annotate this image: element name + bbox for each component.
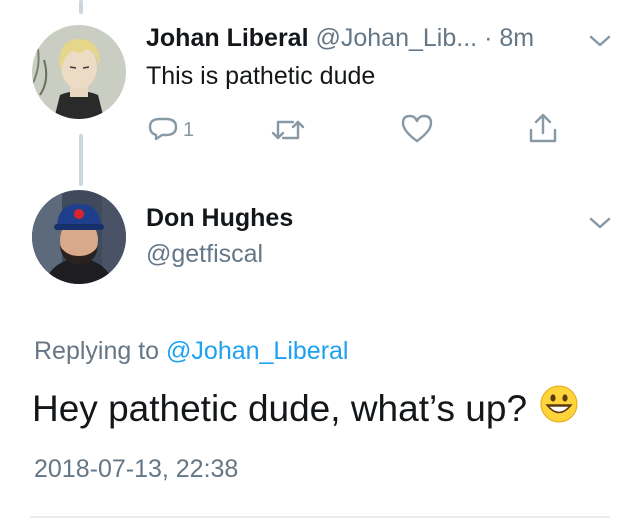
replying-mention-link[interactable]: @Johan_Liberal <box>166 337 348 365</box>
focus-avatar[interactable] <box>32 190 126 284</box>
reply-count: 1 <box>183 118 195 141</box>
parent-avatar[interactable] <box>32 25 126 119</box>
retweet-icon <box>271 120 305 140</box>
parent-tweet-text: This is pathetic dude <box>146 62 376 90</box>
focus-chevron-down-icon[interactable] <box>588 216 612 230</box>
man-in-cap-avatar-icon <box>32 190 126 284</box>
thread-line-top <box>79 0 83 14</box>
replying-to-line: Replying to @Johan_Liberal <box>34 337 348 366</box>
parent-time-ago[interactable]: 8m <box>499 24 534 52</box>
focus-tweet-text: Hey pathetic dude, what’s up? <box>32 387 528 429</box>
anime-character-avatar-icon <box>32 25 126 119</box>
focus-handle[interactable]: @getfiscal <box>146 240 263 269</box>
parent-handle[interactable]: @Johan_Lib... <box>316 24 478 52</box>
share-icon <box>529 113 557 143</box>
like-button[interactable] <box>401 114 433 144</box>
replying-prefix: Replying to <box>34 337 160 365</box>
reply-icon <box>148 117 178 141</box>
reply-button[interactable]: 1 <box>148 116 194 144</box>
retweet-button[interactable] <box>271 116 305 144</box>
heart-icon <box>401 114 433 143</box>
parent-name-line: Johan Liberal @Johan_Lib... · 8m <box>146 24 534 53</box>
focus-display-name[interactable]: Don Hughes <box>146 204 293 233</box>
bottom-divider <box>30 516 610 518</box>
parent-separator: · <box>484 24 493 52</box>
share-button[interactable] <box>528 112 558 144</box>
parent-display-name[interactable]: Johan Liberal <box>146 24 309 52</box>
thread-line-connector <box>79 134 83 186</box>
focus-timestamp[interactable]: 2018-07-13, 22:38 <box>34 455 238 484</box>
focus-tweet-text-line: Hey pathetic dude, what’s up? <box>32 384 579 433</box>
grinning-face-emoji-icon <box>539 384 579 433</box>
parent-chevron-down-icon[interactable] <box>588 34 612 48</box>
